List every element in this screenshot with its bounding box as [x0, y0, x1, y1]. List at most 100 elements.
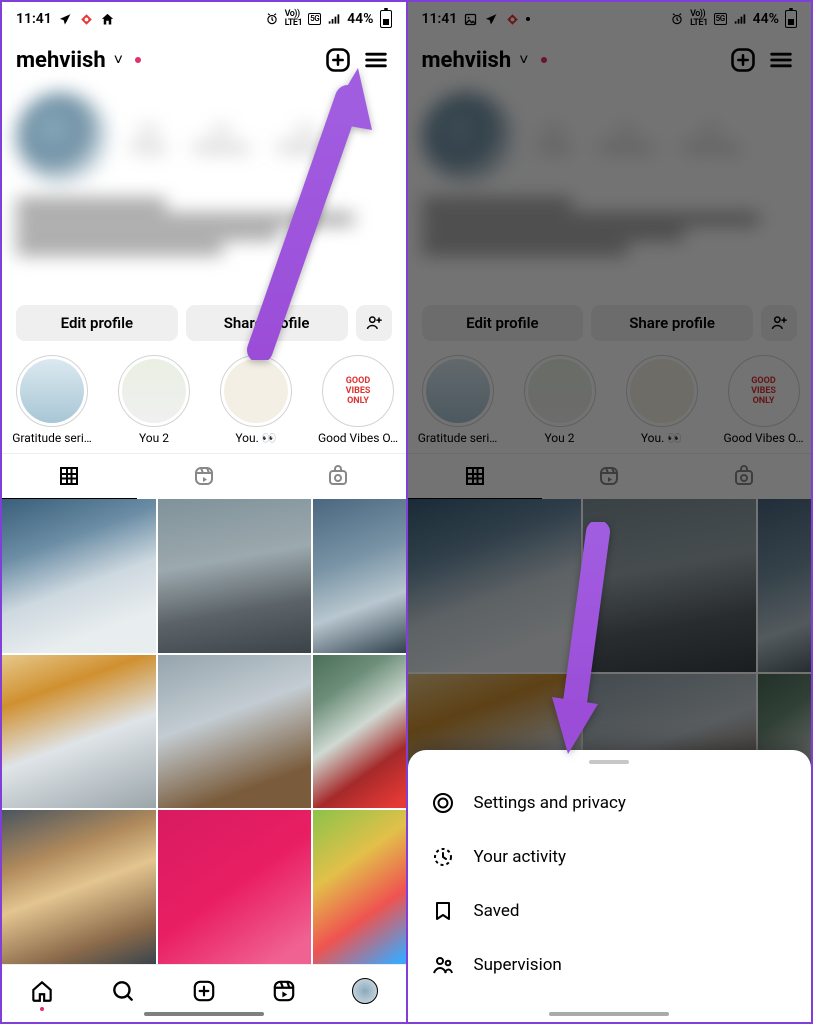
network-5g-badge: 5G — [308, 13, 321, 25]
menu-item-label: Settings and privacy — [474, 793, 626, 813]
nav-profile[interactable] — [351, 977, 379, 1005]
battery-icon — [785, 10, 797, 28]
post-thumbnail[interactable] — [158, 655, 312, 809]
alarm-icon — [265, 12, 279, 26]
highlight-item[interactable]: GOODVIBESONLY Good Vibes O… — [314, 355, 402, 445]
notification-dot — [541, 57, 547, 63]
tab-reels[interactable] — [542, 454, 677, 499]
gear-icon — [430, 790, 456, 816]
post-thumbnail[interactable] — [313, 810, 405, 964]
status-bar: 11:41 Vo))LTE1 5G — [408, 2, 812, 36]
network-lte-label: Vo))LTE1 — [690, 10, 708, 28]
nav-search[interactable] — [109, 977, 137, 1005]
profile-content-tabs — [408, 453, 812, 499]
highlight-item[interactable]: You 2 — [110, 355, 198, 445]
highlight-item[interactable]: You. 👀 — [212, 355, 300, 445]
post-thumbnail[interactable] — [158, 499, 312, 653]
post-thumbnail[interactable] — [158, 810, 312, 964]
menu-item-saved[interactable]: Saved — [408, 884, 812, 938]
telegram-icon — [58, 12, 73, 27]
side-by-side-container: 11:41 Vo))LTE1 5G — [0, 0, 813, 1024]
post-thumbnail[interactable] — [313, 499, 405, 653]
profile-username[interactable]: mehviish — [422, 48, 512, 73]
menu-item-label: Saved — [474, 901, 520, 921]
post-thumbnail[interactable] — [758, 499, 812, 672]
android-gesture-bar — [549, 1012, 669, 1016]
edit-profile-button[interactable]: Edit profile — [16, 305, 178, 341]
discover-people-button[interactable] — [356, 305, 392, 341]
nav-home[interactable] — [28, 977, 56, 1005]
battery-icon — [380, 10, 392, 28]
menu-item-activity[interactable]: Your activity — [408, 830, 812, 884]
highlight-item[interactable]: You 2 — [516, 355, 604, 445]
highlight-item[interactable]: GOODVIBESONLY Good Vibes O… — [720, 355, 808, 445]
menu-bottom-sheet: Settings and privacy Your activity Saved… — [408, 750, 812, 1022]
profile-avatar[interactable] — [16, 92, 108, 184]
network-5g-badge: 5G — [714, 13, 727, 25]
highlight-item[interactable]: Gratitude seri… — [8, 355, 96, 445]
battery-percent: 44% — [753, 11, 779, 27]
profile-info-blurred: •••Posts •••Followers •••Following — [2, 84, 406, 299]
red-diamond-icon — [505, 12, 520, 27]
story-highlights: Gratitude seri… You 2 You. 👀 GOODVIBESON… — [408, 351, 812, 453]
create-post-button[interactable] — [727, 44, 759, 76]
post-thumbnail[interactable] — [313, 655, 405, 809]
chevron-down-icon[interactable]: ˅ — [519, 50, 528, 70]
create-post-button[interactable] — [322, 44, 354, 76]
notification-dot — [135, 57, 141, 63]
tab-tagged[interactable] — [271, 454, 406, 499]
post-thumbnail[interactable] — [2, 810, 156, 964]
profile-content-tabs — [2, 453, 406, 499]
tab-reels[interactable] — [137, 454, 272, 499]
posts-grid — [2, 499, 406, 964]
chevron-down-icon[interactable]: ˅ — [114, 50, 123, 70]
battery-percent: 44% — [347, 11, 373, 27]
phone-screen-1: 11:41 Vo))LTE1 5G — [2, 2, 406, 1022]
telegram-icon — [484, 12, 499, 27]
home-status-icon — [100, 12, 115, 27]
nav-reels[interactable] — [270, 977, 298, 1005]
profile-header: mehviish ˅ — [2, 36, 406, 84]
profile-actions: Edit profile Share profile — [408, 299, 812, 351]
profile-header: mehviish ˅ — [408, 36, 812, 84]
red-diamond-icon — [79, 12, 94, 27]
discover-people-button[interactable] — [761, 305, 797, 341]
hamburger-menu-button[interactable] — [360, 44, 392, 76]
supervision-icon — [430, 952, 456, 978]
menu-item-label: Your activity — [474, 847, 567, 867]
bookmark-icon — [430, 898, 456, 924]
tab-posts-grid[interactable] — [408, 454, 543, 499]
gallery-status-icon — [463, 12, 478, 27]
post-thumbnail[interactable] — [408, 499, 581, 672]
alarm-icon — [670, 12, 684, 26]
share-profile-button[interactable]: Share profile — [591, 305, 753, 341]
post-thumbnail[interactable] — [583, 499, 756, 672]
profile-info-blurred: •••Posts •••Followers •••Following — [408, 84, 812, 299]
tab-posts-grid[interactable] — [2, 454, 137, 499]
highlight-item[interactable]: You. 👀 — [618, 355, 706, 445]
signal-icon — [327, 12, 341, 26]
post-thumbnail[interactable] — [2, 655, 156, 809]
share-profile-button[interactable]: Share profile — [186, 305, 348, 341]
hamburger-menu-button[interactable] — [765, 44, 797, 76]
tab-tagged[interactable] — [677, 454, 812, 499]
sheet-drag-handle[interactable] — [589, 760, 629, 764]
nav-create[interactable] — [190, 977, 218, 1005]
activity-icon — [430, 844, 456, 870]
status-time: 11:41 — [422, 11, 458, 27]
story-highlights: Gratitude seri… You 2 You. 👀 GOODVIBESON… — [2, 351, 406, 453]
edit-profile-button[interactable]: Edit profile — [422, 305, 584, 341]
post-thumbnail[interactable] — [2, 499, 156, 653]
highlight-item[interactable]: Gratitude seri… — [414, 355, 502, 445]
signal-icon — [733, 12, 747, 26]
menu-item-settings[interactable]: Settings and privacy — [408, 776, 812, 830]
menu-item-supervision[interactable]: Supervision — [408, 938, 812, 992]
more-notifications-dot — [526, 17, 530, 21]
profile-username[interactable]: mehviish — [16, 48, 106, 73]
profile-actions: Edit profile Share profile — [2, 299, 406, 351]
android-gesture-bar — [144, 1012, 264, 1016]
network-lte-label: Vo))LTE1 — [285, 10, 303, 28]
menu-item-label: Supervision — [474, 955, 562, 975]
status-time: 11:41 — [16, 11, 52, 27]
phone-screen-2: 11:41 Vo))LTE1 5G — [408, 2, 812, 1022]
